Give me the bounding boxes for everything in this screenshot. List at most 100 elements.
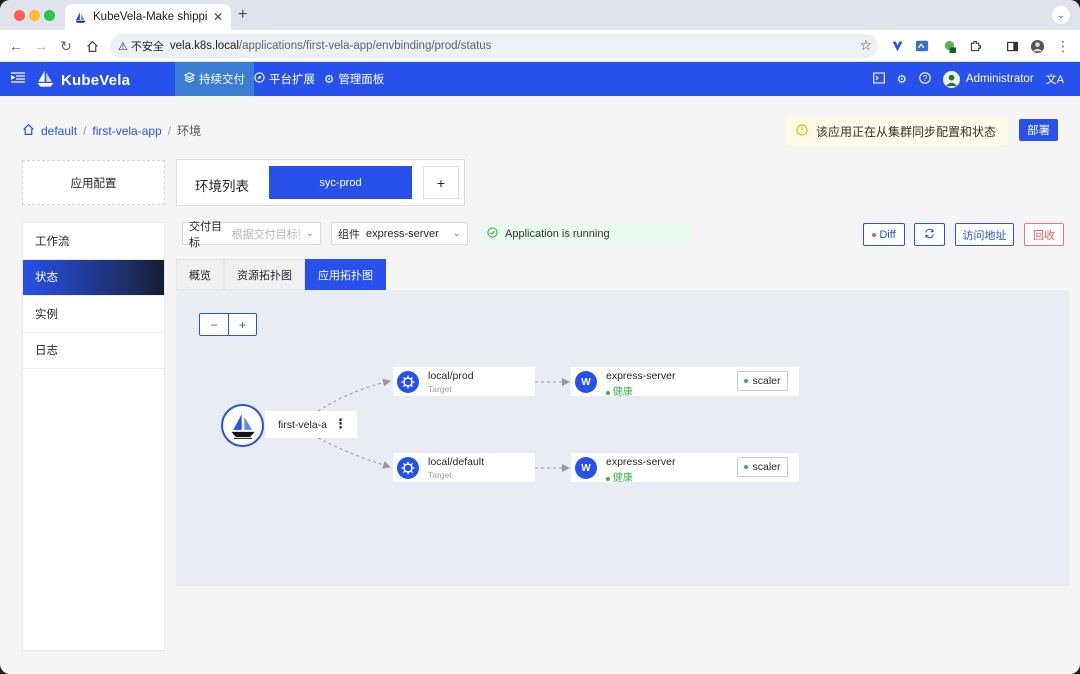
info-icon: [796, 123, 808, 139]
url-path: /applications/first-vela-app/envbinding/…: [238, 40, 492, 52]
nav-label: 持续交付: [199, 74, 245, 86]
breadcrumb-app[interactable]: first-vela-app: [92, 124, 161, 138]
component-name: express-server: [606, 370, 676, 382]
target-node-default[interactable]: local/default Target: [393, 453, 535, 482]
header-right: ⚙ ? Administrator 文A: [872, 62, 1064, 96]
side-item-instances[interactable]: 实例: [23, 296, 164, 333]
nav-admin-panel[interactable]: ⚙ 管理面板: [315, 62, 393, 96]
user-menu[interactable]: Administrator: [942, 70, 1034, 88]
edge-root-to-default: [317, 437, 391, 469]
nav-continuous-delivery[interactable]: 持续交付: [175, 62, 254, 96]
healthy-dot-icon: [606, 477, 610, 481]
help-icon[interactable]: ?: [919, 71, 931, 87]
visit-address-button[interactable]: 访问地址: [955, 223, 1014, 246]
reload-icon[interactable]: ↻: [57, 37, 75, 55]
tab-strip: KubeVela-Make shipping applications more…: [0, 0, 1080, 30]
component-value: express-server: [366, 227, 439, 240]
tab-app-topology[interactable]: 应用拓扑图: [305, 259, 386, 290]
profile-avatar-icon[interactable]: [1028, 37, 1046, 55]
screenshot-extension-icon[interactable]: [913, 37, 931, 55]
side-item-status[interactable]: 状态: [23, 259, 164, 296]
new-tab-button[interactable]: +: [238, 6, 247, 24]
home-icon[interactable]: [83, 37, 101, 55]
webservice-icon: W: [575, 371, 597, 393]
brand-name: KubeVela: [61, 72, 131, 89]
menu-toggle-icon[interactable]: [10, 72, 25, 86]
app-root-node-icon[interactable]: [221, 404, 264, 447]
minimize-window-button[interactable]: [29, 10, 40, 21]
security-indicator[interactable]: ⚠ 不安全: [118, 38, 164, 54]
tab-resource-topology[interactable]: 资源拓扑图: [224, 259, 305, 290]
target-select[interactable]: 交付目标 根据交付目标筛选 ⌄: [182, 221, 321, 249]
more-options-icon[interactable]: ⋮: [334, 416, 347, 432]
deploy-button[interactable]: 部署: [1019, 119, 1058, 141]
app-config-button[interactable]: 应用配置: [22, 160, 165, 205]
refresh-button[interactable]: [914, 223, 945, 246]
side-panel-icon[interactable]: [1003, 37, 1021, 55]
trait-badge[interactable]: scaler: [737, 457, 788, 477]
health-text: 健康: [612, 387, 633, 398]
component-health: 健康: [606, 383, 633, 398]
target-node-prod[interactable]: local/prod Target: [393, 367, 535, 396]
topology-canvas[interactable]: − + first-vela-a ⋮ local/prod Target loc…: [176, 290, 1070, 586]
extension-badge-icon[interactable]: [940, 37, 958, 55]
terminal-icon[interactable]: [872, 71, 885, 87]
bookmark-star-icon[interactable]: ☆: [859, 37, 872, 54]
target-label: 交付目标: [189, 220, 222, 249]
recycle-button[interactable]: 回收: [1024, 223, 1064, 246]
kubevela-logo[interactable]: KubeVela: [36, 70, 130, 91]
home-icon[interactable]: [22, 123, 35, 139]
component-node-default[interactable]: W express-server 健康 scaler: [571, 453, 799, 484]
kubevela-logo-icon: [36, 70, 55, 91]
url-text: vela.k8s.local/applications/first-vela-a…: [170, 40, 492, 52]
back-icon[interactable]: ←: [7, 37, 25, 55]
target-type: Target: [428, 470, 452, 480]
vela-extension-icon[interactable]: [888, 37, 906, 55]
close-tab-icon[interactable]: ✕: [213, 10, 223, 24]
diff-button[interactable]: Diff: [863, 223, 905, 246]
browser-menu-icon[interactable]: ⋮: [1054, 37, 1072, 55]
component-node-prod[interactable]: W express-server 健康 scaler: [571, 367, 799, 398]
breadcrumb-project[interactable]: default: [41, 124, 77, 138]
tab-overview[interactable]: 概览: [176, 259, 224, 290]
address-bar[interactable]: ⚠ 不安全 vela.k8s.local/applications/first-…: [110, 34, 878, 58]
diff-label: Diff: [879, 228, 896, 241]
kubevela-favicon-icon: [73, 10, 87, 24]
warning-icon: ⚠: [118, 40, 128, 53]
breadcrumb-separator: /: [83, 123, 87, 138]
translate-icon[interactable]: 文A: [1046, 71, 1064, 87]
maximize-window-button[interactable]: [44, 10, 55, 21]
user-name: Administrator: [965, 73, 1034, 85]
forward-icon[interactable]: →: [32, 37, 50, 55]
trait-name: scaler: [752, 461, 781, 473]
component-select[interactable]: 组件 express-server ⌄: [331, 222, 468, 245]
chevron-down-icon: ⌄: [305, 228, 314, 239]
side-item-workflow[interactable]: 工作流: [23, 223, 164, 260]
layers-icon: [183, 72, 196, 86]
webservice-icon: W: [575, 457, 597, 479]
breadcrumb-current: 环境: [177, 124, 202, 138]
close-window-button[interactable]: [14, 10, 25, 21]
target-name: local/default: [428, 456, 485, 468]
extensions-puzzle-icon[interactable]: [966, 37, 984, 55]
tab-search-icon[interactable]: ⌄: [1052, 6, 1070, 24]
side-item-logs[interactable]: 日志: [23, 333, 164, 369]
env-tab-syc-prod[interactable]: syc-prod: [269, 166, 412, 199]
app-root-name: first-vela-a: [278, 418, 328, 431]
healthy-dot-icon: [606, 391, 610, 395]
trait-badge[interactable]: scaler: [737, 371, 788, 391]
refresh-icon: [924, 228, 935, 242]
component-label: 组件: [338, 228, 360, 241]
trait-status-dot-icon: [744, 379, 749, 383]
app-root-node[interactable]: first-vela-a ⋮: [265, 411, 357, 438]
add-env-button[interactable]: +: [423, 166, 459, 199]
chevron-down-icon: ⌄: [452, 228, 461, 239]
nav-platform-extension[interactable]: 平台扩展: [245, 62, 324, 96]
svg-text:?: ?: [923, 74, 928, 83]
settings-gear-icon[interactable]: ⚙: [897, 72, 907, 86]
edge-root-to-prod: [317, 378, 391, 412]
browser-tab[interactable]: KubeVela-Make shipping applications more…: [65, 4, 231, 30]
health-text: 健康: [612, 473, 633, 484]
env-list-label: 环境列表: [195, 179, 249, 194]
status-text: Application is running: [505, 228, 610, 240]
